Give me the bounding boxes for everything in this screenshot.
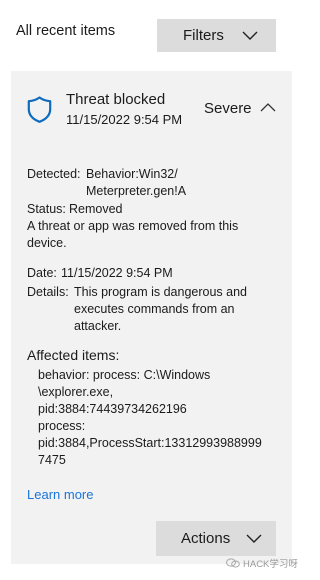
details-line2: executes commands from an [74,302,235,316]
status-message-line1: A threat or app was removed from this [27,219,239,233]
threat-title: Threat blocked [66,91,166,108]
details-line1: This program is dangerous and [74,285,248,299]
affected-item-line: pid:3884,ProcessStart:13312993988999 [38,436,262,450]
shield-icon [27,96,52,123]
status-message-line2: device. [27,236,67,250]
actions-button[interactable]: Actions [156,521,276,556]
status-label: Status: [27,202,66,216]
affected-item-line: pid:3884:74439734262196 [38,402,187,416]
affected-item-line: behavior: process: C:\Windows [38,368,211,382]
date-label: Date: [27,266,57,280]
detected-value-line2: Meterpreter.gen!A [86,184,187,198]
watermark-text: HACK学习呀 [243,559,298,570]
affected-item-line: \explorer.exe, [38,385,114,399]
status-value: Removed [69,202,123,216]
chevron-down-icon [242,31,258,40]
wechat-icon [226,558,240,568]
affected-items-heading: Affected items: [27,347,120,363]
watermark: HACK学习呀 [226,556,298,570]
actions-label: Actions [181,530,231,547]
details-label: Details: [27,285,69,299]
detected-label: Detected: [27,167,81,181]
affected-item-line: process: [38,419,86,433]
threat-datetime: 11/15/2022 9:54 PM [66,112,183,127]
learn-more-link[interactable]: Learn more [27,487,93,502]
chevron-up-icon[interactable] [260,102,276,112]
date-value: 11/15/2022 9:54 PM [61,266,173,280]
filters-label: Filters [183,27,224,44]
detected-value-line1: Behavior:Win32/ [86,167,178,181]
severity-label: Severe [204,100,252,117]
chevron-down-icon [246,534,262,543]
filters-button[interactable]: Filters [157,19,276,52]
details-line3: attacker. [74,319,122,333]
affected-item-line: 7475 [38,453,66,467]
page-title: All recent items [16,23,116,39]
